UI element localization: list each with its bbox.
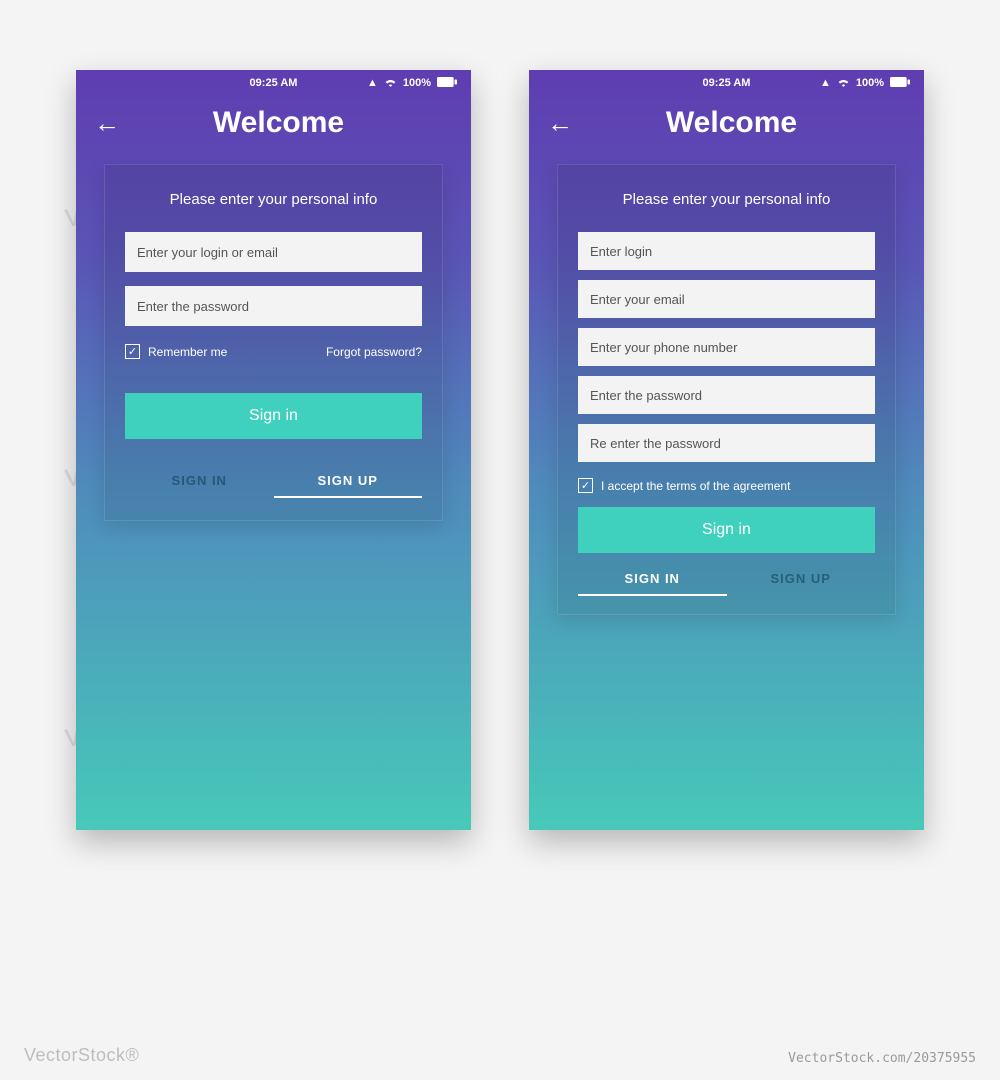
auth-tabs: SIGN IN SIGN UP	[125, 473, 422, 498]
status-time: 09:25 AM	[529, 77, 924, 89]
signin-screen: 09:25 AM ▲ 100% ← Welcome Please enter y…	[76, 70, 471, 830]
card-subtitle: Please enter your personal info	[578, 191, 875, 208]
footer-image-id: VectorStock.com/20375955	[788, 1051, 976, 1066]
phone-input[interactable]	[578, 328, 875, 366]
remember-label: Remember me	[148, 345, 227, 359]
checkbox-icon: ✓	[125, 344, 140, 359]
repassword-input[interactable]	[578, 424, 875, 462]
back-arrow-icon[interactable]: ←	[547, 110, 573, 136]
page-title: Welcome	[152, 106, 405, 140]
signin-card: Please enter your personal info ✓ Rememb…	[104, 164, 443, 521]
tab-signin[interactable]: SIGN IN	[578, 571, 727, 596]
remember-me[interactable]: ✓ Remember me	[125, 344, 227, 359]
login-input[interactable]	[125, 232, 422, 272]
card-subtitle: Please enter your personal info	[125, 191, 422, 208]
checkbox-icon: ✓	[578, 478, 593, 493]
password-input[interactable]	[578, 376, 875, 414]
accept-terms[interactable]: ✓ I accept the terms of the agreement	[578, 478, 790, 493]
page-title: Welcome	[605, 106, 858, 140]
password-input[interactable]	[125, 286, 422, 326]
auth-tabs: SIGN IN SIGN UP	[578, 571, 875, 596]
signup-screen: 09:25 AM ▲ 100% ← Welcome Please enter y…	[529, 70, 924, 830]
footer-brand: VectorStock®	[24, 1045, 139, 1066]
terms-label: I accept the terms of the agreement	[601, 479, 790, 493]
header: ← Welcome	[529, 96, 924, 156]
login-input[interactable]	[578, 232, 875, 270]
tab-signup[interactable]: SIGN UP	[727, 571, 876, 596]
signup-card: Please enter your personal info ✓ I acce…	[557, 164, 896, 615]
footer: VectorStock® VectorStock.com/20375955	[0, 1045, 1000, 1066]
status-bar: 09:25 AM ▲ 100%	[76, 70, 471, 96]
status-time: 09:25 AM	[76, 77, 471, 89]
back-arrow-icon[interactable]: ←	[94, 110, 120, 136]
status-bar: 09:25 AM ▲ 100%	[529, 70, 924, 96]
email-input[interactable]	[578, 280, 875, 318]
header: ← Welcome	[76, 96, 471, 156]
tab-signup[interactable]: SIGN UP	[274, 473, 423, 498]
tab-signin[interactable]: SIGN IN	[125, 473, 274, 498]
signup-button[interactable]: Sign in	[578, 507, 875, 553]
forgot-password-link[interactable]: Forgot password?	[326, 345, 422, 359]
signin-button[interactable]: Sign in	[125, 393, 422, 439]
